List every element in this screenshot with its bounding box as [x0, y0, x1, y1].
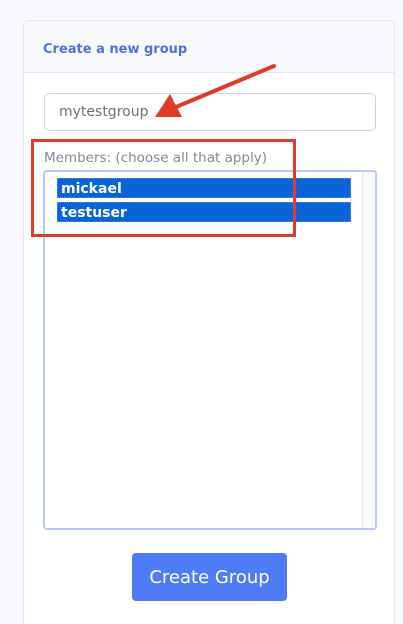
members-multiselect[interactable]: mickael testuser	[43, 170, 377, 530]
card-title: Create a new group	[43, 42, 188, 57]
card-header: Create a new group	[24, 21, 394, 73]
members-label: Members: (choose all that apply)	[44, 150, 267, 166]
members-scrollbar[interactable]	[362, 172, 375, 528]
group-name-input[interactable]	[44, 93, 376, 131]
member-option-testuser[interactable]: testuser	[57, 202, 351, 222]
create-group-card: Create a new group Members: (choose all …	[23, 20, 395, 624]
member-option-mickael[interactable]: mickael	[57, 178, 351, 198]
create-group-button[interactable]: Create Group	[132, 553, 287, 601]
page: Create a new group Members: (choose all …	[0, 0, 403, 624]
